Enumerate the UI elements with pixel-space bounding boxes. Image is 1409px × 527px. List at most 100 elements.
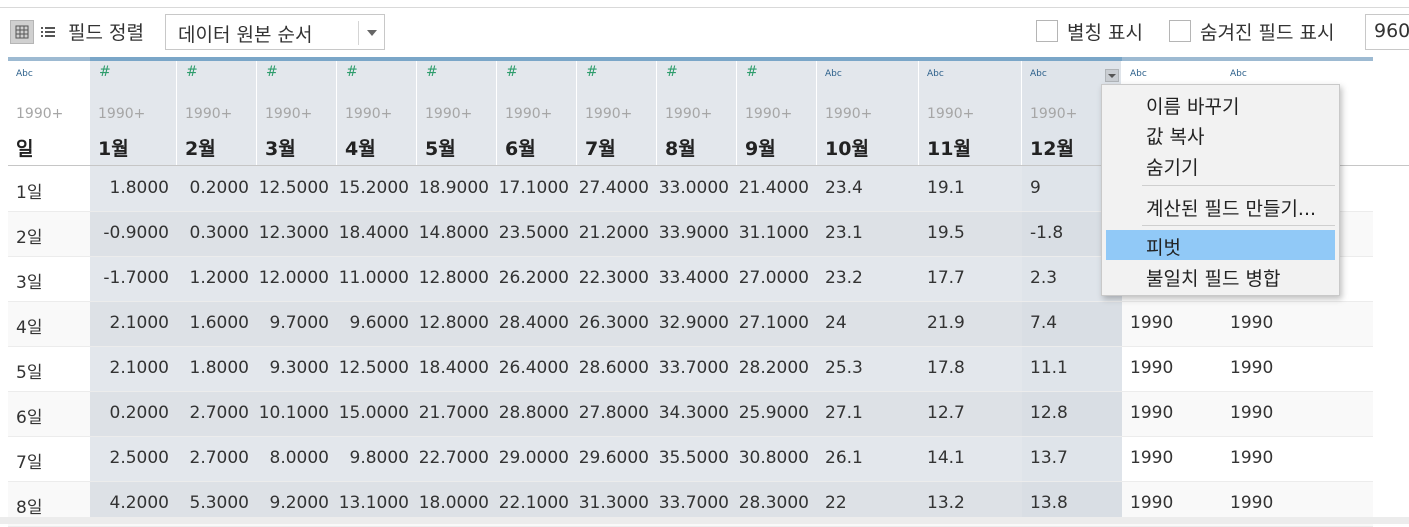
table-cell[interactable]: 1.2000 (177, 268, 249, 288)
table-cell[interactable]: 12.5000 (257, 178, 329, 198)
table-cell[interactable]: 12.8000 (417, 268, 489, 288)
table-cell[interactable]: 35.5000 (657, 448, 729, 468)
table-cell[interactable]: -1.8 (1030, 223, 1063, 243)
string-type-icon[interactable]: Abc (1030, 69, 1047, 79)
table-cell[interactable]: 9.6000 (337, 313, 409, 333)
number-type-icon[interactable]: # (186, 64, 198, 80)
string-type-icon[interactable]: Abc (1130, 69, 1147, 79)
table-cell[interactable]: 27.1 (825, 403, 863, 423)
table-cell[interactable]: 9.8000 (337, 448, 409, 468)
menu-item[interactable]: 값 복사 (1106, 119, 1335, 149)
menu-item[interactable]: 숨기기 (1106, 150, 1335, 180)
field-name[interactable]: 1월 (98, 134, 129, 161)
table-cell[interactable]: 11.0000 (337, 268, 409, 288)
row-day-cell[interactable]: 4일 (16, 313, 42, 338)
field-name[interactable]: 12월 (1030, 134, 1074, 161)
table-cell[interactable]: 25.9000 (737, 403, 809, 423)
row-day-cell[interactable]: 7일 (16, 448, 42, 473)
table-cell[interactable]: 5.3000 (177, 493, 249, 513)
table-cell[interactable]: 22.1000 (497, 493, 569, 513)
table-cell[interactable]: 27.1000 (737, 313, 809, 333)
show-aliases-checkbox[interactable] (1036, 20, 1058, 42)
field-name[interactable]: 7월 (585, 134, 616, 161)
sort-order-dropdown[interactable]: 데이터 원본 순서 (165, 14, 385, 50)
table-cell[interactable]: 33.0000 (657, 178, 729, 198)
row-day-cell[interactable]: 3일 (16, 268, 42, 293)
table-cell[interactable]: 1.6000 (177, 313, 249, 333)
table-cell[interactable]: 7.4 (1030, 313, 1057, 333)
table-cell[interactable]: 33.7000 (657, 493, 729, 513)
table-cell[interactable]: 12.0000 (257, 268, 329, 288)
field-name[interactable]: 9월 (745, 134, 776, 161)
menu-item[interactable]: 계산된 필드 만들기... (1106, 191, 1335, 221)
table-cell[interactable]: 0.2000 (90, 403, 169, 423)
number-type-icon[interactable]: # (346, 64, 358, 80)
table-cell[interactable]: 2.7000 (177, 403, 249, 423)
string-type-icon[interactable]: Abc (1230, 69, 1247, 79)
table-cell[interactable]: 12.8000 (417, 313, 489, 333)
show-hidden-fields-checkbox[interactable] (1169, 20, 1191, 42)
table-cell[interactable]: 24 (825, 313, 847, 333)
table-cell[interactable]: 19.1 (927, 178, 965, 198)
table-cell[interactable]: 17.8 (927, 358, 965, 378)
table-cell[interactable]: 27.0000 (737, 268, 809, 288)
table-cell[interactable]: 1990 (1130, 448, 1173, 468)
table-cell[interactable]: 28.6000 (577, 358, 649, 378)
menu-item[interactable]: 이름 바꾸기 (1106, 89, 1335, 119)
table-cell[interactable]: 33.4000 (657, 268, 729, 288)
table-cell[interactable]: 13.7 (1030, 448, 1068, 468)
table-cell[interactable]: 0.3000 (177, 223, 249, 243)
menu-item[interactable]: 불일치 필드 병합 (1106, 261, 1335, 291)
horizontal-scrollbar[interactable] (0, 517, 1409, 524)
number-type-icon[interactable]: # (99, 64, 111, 80)
table-cell[interactable]: 33.7000 (657, 358, 729, 378)
table-cell[interactable]: 31.3000 (577, 493, 649, 513)
table-cell[interactable]: 1990 (1230, 313, 1273, 333)
table-cell[interactable]: 14.1 (927, 448, 965, 468)
field-name[interactable]: 6월 (505, 134, 536, 161)
table-cell[interactable]: 28.2000 (737, 358, 809, 378)
number-type-icon[interactable]: # (586, 64, 598, 80)
rows-count-input[interactable]: 960 (1365, 14, 1409, 50)
table-cell[interactable]: 22 (825, 493, 847, 513)
table-cell[interactable]: 29.0000 (497, 448, 569, 468)
table-cell[interactable]: 0.2000 (177, 178, 249, 198)
table-cell[interactable]: -0.9000 (90, 223, 169, 243)
table-cell[interactable]: 9 (1030, 178, 1041, 198)
table-cell[interactable]: 18.4000 (417, 358, 489, 378)
table-cell[interactable]: 27.4000 (577, 178, 649, 198)
table-cell[interactable]: 33.9000 (657, 223, 729, 243)
table-cell[interactable]: 1990 (1130, 403, 1173, 423)
table-cell[interactable]: 21.2000 (577, 223, 649, 243)
table-cell[interactable]: 28.4000 (497, 313, 569, 333)
number-type-icon[interactable]: # (746, 64, 758, 80)
table-cell[interactable]: 2.7000 (177, 448, 249, 468)
table-cell[interactable]: 23.2 (825, 268, 863, 288)
menu-item[interactable]: 피벗 (1106, 230, 1335, 260)
table-cell[interactable]: 28.8000 (497, 403, 569, 423)
table-cell[interactable]: 23.4 (825, 178, 863, 198)
table-cell[interactable]: 22.3000 (577, 268, 649, 288)
table-cell[interactable]: 13.1000 (337, 493, 409, 513)
table-cell[interactable]: 4.2000 (90, 493, 169, 513)
table-cell[interactable]: 27.8000 (577, 403, 649, 423)
table-cell[interactable]: 15.0000 (337, 403, 409, 423)
row-day-cell[interactable]: 8일 (16, 493, 42, 518)
row-day-cell[interactable]: 1일 (16, 178, 42, 203)
table-cell[interactable]: 21.7000 (417, 403, 489, 423)
field-name[interactable]: 2월 (185, 134, 216, 161)
row-day-cell[interactable]: 2일 (16, 223, 42, 248)
field-name[interactable]: 8월 (665, 134, 696, 161)
table-cell[interactable]: 26.4000 (497, 358, 569, 378)
row-day-cell[interactable]: 6일 (16, 403, 42, 428)
table-cell[interactable]: 1990 (1230, 403, 1273, 423)
table-cell[interactable]: 1.8000 (177, 358, 249, 378)
table-cell[interactable]: 2.1000 (90, 358, 169, 378)
table-cell[interactable]: -1.7000 (90, 268, 169, 288)
number-type-icon[interactable]: # (666, 64, 678, 80)
number-type-icon[interactable]: # (506, 64, 518, 80)
field-name[interactable]: 4월 (345, 134, 376, 161)
table-cell[interactable]: 17.7 (927, 268, 965, 288)
table-cell[interactable]: 18.4000 (337, 223, 409, 243)
table-cell[interactable]: 1990 (1230, 493, 1273, 513)
